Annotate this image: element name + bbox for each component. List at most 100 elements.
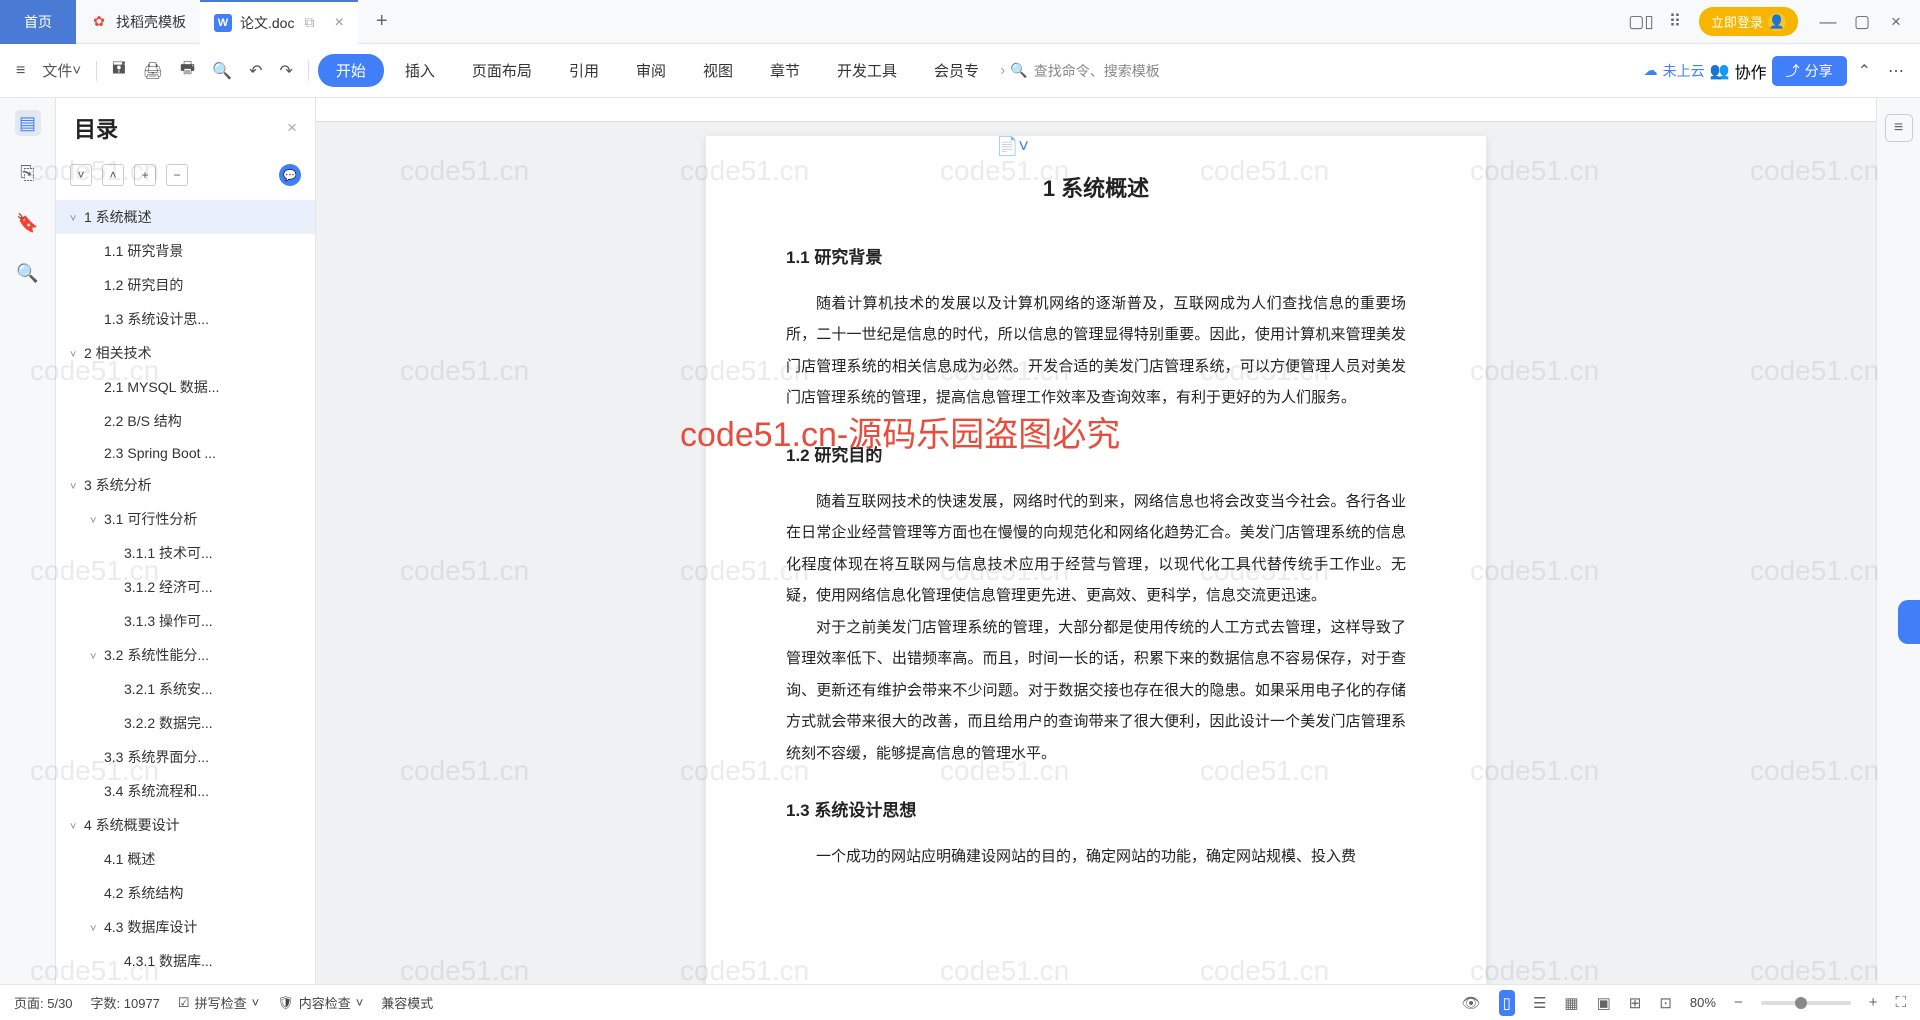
save-icon[interactable]: 🖬 <box>106 51 132 90</box>
command-search[interactable]: 🔍 查找命令、搜索模板 <box>1010 61 1159 81</box>
zoom-slider[interactable] <box>1761 1001 1851 1005</box>
tab-home[interactable]: 首页 <box>0 0 76 44</box>
outline-item[interactable]: 2.1 MYSQL 数据... <box>56 370 315 404</box>
bookmark-rail-icon[interactable]: ⎘ <box>15 160 41 186</box>
menu-layout[interactable]: 页面布局 <box>456 52 548 89</box>
spellcheck-button[interactable]: ☑拼写检查 ˅ <box>178 993 259 1012</box>
outline-item[interactable]: 4.2 系统结构 <box>56 876 315 910</box>
chat-icon[interactable]: 💬 <box>279 164 301 186</box>
close-icon[interactable]: × <box>334 14 343 32</box>
outline-item[interactable]: 2.2 B/S 结构 <box>56 404 315 438</box>
outline-item[interactable]: 1.2 研究目的 <box>56 268 315 302</box>
tab-document[interactable]: W 论文.doc ⧉ × <box>200 0 358 44</box>
menu-view[interactable]: 视图 <box>687 52 749 89</box>
search-rail-icon[interactable]: 🔍 <box>15 260 41 286</box>
outline-item[interactable]: 3.1.2 经济可... <box>56 570 315 604</box>
heading-1-3: 1.3 系统设计思想 <box>786 793 1406 829</box>
outline-item[interactable]: 3.2.2 数据完... <box>56 706 315 740</box>
check-icon: ☑ <box>178 995 190 1011</box>
menu-devtools[interactable]: 开发工具 <box>821 52 913 89</box>
menu-review[interactable]: 审阅 <box>620 52 682 89</box>
outline-item[interactable]: 3.1.3 操作可... <box>56 604 315 638</box>
redo-icon[interactable]: ↷ <box>273 55 298 87</box>
docer-icon: ✿ <box>90 13 108 31</box>
menu-reference[interactable]: 引用 <box>553 52 615 89</box>
side-tab-icon[interactable] <box>1898 600 1920 644</box>
web-view-icon[interactable]: ▦ <box>1564 994 1578 1012</box>
title-bar: 首页 ✿ 找稻壳模板 W 论文.doc ⧉ × + ▢▯ ⠿ 立即登录 👤 — … <box>0 0 1920 44</box>
menu-member[interactable]: 会员专 <box>918 52 995 89</box>
maximize-icon[interactable]: ▢ <box>1852 12 1872 32</box>
print-icon[interactable]: 🖶 <box>174 51 201 90</box>
remove-outline-icon[interactable]: − <box>166 164 188 186</box>
page[interactable]: 1 系统概述 1.1 研究背景 随着计算机技术的发展以及计算机网络的逐渐普及，互… <box>706 136 1486 984</box>
outline-item[interactable]: 2.3 Spring Boot ... <box>56 438 315 468</box>
tab-label: 找稻壳模板 <box>116 12 186 32</box>
tab-template[interactable]: ✿ 找稻壳模板 <box>76 0 200 44</box>
outline-item[interactable]: ˅1 系统概述 <box>56 200 315 234</box>
outline-item[interactable]: ˅4.3 数据库设计 <box>56 910 315 944</box>
chevron-up-icon[interactable]: ⌃ <box>1852 55 1877 87</box>
apps-icon[interactable]: ⠿ <box>1665 12 1685 32</box>
split-icon[interactable]: ⧉ <box>304 14 314 31</box>
zoom-level[interactable]: 80% <box>1690 995 1716 1010</box>
outline-item[interactable]: ˅2 相关技术 <box>56 336 315 370</box>
expand-all-icon[interactable]: ˄ <box>102 164 124 186</box>
paragraph-tool-icon[interactable]: 📄˅ <box>996 136 1029 157</box>
menu-icon[interactable]: ≡ <box>10 56 31 86</box>
outline-view-icon[interactable]: ☰ <box>1533 994 1546 1012</box>
word-count[interactable]: 字数: 10977 <box>91 993 160 1012</box>
cloud-status[interactable]: ☁ 未上云 <box>1644 61 1705 81</box>
paragraph: 一个成功的网站应明确建设网站的目的，确定网站的功能，确定网站规模、投入费 <box>786 841 1406 873</box>
outline-item[interactable]: ˅3.1 可行性分析 <box>56 502 315 536</box>
outline-item[interactable]: ˅3.2 系统性能分... <box>56 638 315 672</box>
undo-icon[interactable]: ↶ <box>243 55 268 87</box>
outline-item[interactable]: 3.3 系统界面分... <box>56 740 315 774</box>
menu-insert[interactable]: 插入 <box>389 52 451 89</box>
export-icon[interactable]: 🖨 <box>137 55 169 87</box>
avatar-icon: 👤 <box>1768 13 1786 31</box>
file-menu[interactable]: 文件 ˅ <box>36 54 87 87</box>
collab-button[interactable]: 👥 协作 <box>1710 59 1767 83</box>
menu-start[interactable]: 开始 <box>318 54 384 87</box>
bookmark-icon[interactable]: 🔖 <box>15 210 41 236</box>
page-view-icon[interactable]: ▯ <box>1499 990 1515 1016</box>
content-check-button[interactable]: 🛡内容检查 ˅ <box>277 993 363 1012</box>
more-icon[interactable]: ⋯ <box>1882 55 1910 87</box>
eye-icon[interactable]: 👁 <box>1462 994 1481 1012</box>
layout-icon[interactable]: ▢▯ <box>1631 12 1651 32</box>
outline-item[interactable]: 1.3 系统设计思... <box>56 302 315 336</box>
outline-item[interactable]: 3.2.1 系统安... <box>56 672 315 706</box>
grid-icon[interactable]: ⊞ <box>1629 994 1642 1012</box>
ruler[interactable] <box>316 98 1876 122</box>
outline-item[interactable]: 1.1 研究背景 <box>56 234 315 268</box>
heading-1-1: 1.1 研究背景 <box>786 240 1406 276</box>
zoom-fit-icon[interactable]: ⊡ <box>1659 994 1672 1012</box>
panel-close-icon[interactable]: × <box>287 118 297 138</box>
styles-icon[interactable]: ≡ <box>1885 114 1913 142</box>
login-button[interactable]: 立即登录 👤 <box>1699 7 1798 36</box>
preview-icon[interactable]: 🔍 <box>206 55 238 87</box>
share-button[interactable]: ⤴ 分享 <box>1772 56 1847 86</box>
zoom-in-icon[interactable]: + <box>1869 994 1878 1011</box>
collapse-all-icon[interactable]: ˅ <box>70 164 92 186</box>
minimize-icon[interactable]: — <box>1818 12 1838 32</box>
menu-chapter[interactable]: 章节 <box>754 52 816 89</box>
outline-item[interactable]: ˅3 系统分析 <box>56 468 315 502</box>
tab-add[interactable]: + <box>358 10 406 33</box>
outline-item[interactable]: 3.4 系统流程和... <box>56 774 315 808</box>
compat-mode[interactable]: 兼容模式 <box>381 993 433 1012</box>
page-indicator[interactable]: 页面: 5/30 <box>14 993 73 1012</box>
outline-item[interactable]: ˅4 系统概要设计 <box>56 808 315 842</box>
add-outline-icon[interactable]: + <box>134 164 156 186</box>
ribbon-toolbar: ≡ 文件 ˅ 🖬 🖨 🖶 🔍 ↶ ↷ 开始 插入 页面布局 引用 审阅 视图 章… <box>0 44 1920 98</box>
paragraph: 随着计算机技术的发展以及计算机网络的逐渐普及，互联网成为人们查找信息的重要场所，… <box>786 288 1406 414</box>
outline-icon[interactable]: ▤ <box>15 110 41 136</box>
read-view-icon[interactable]: ▣ <box>1597 994 1611 1012</box>
zoom-out-icon[interactable]: − <box>1734 994 1743 1011</box>
fullscreen-icon[interactable]: ⛶ <box>1895 994 1906 1011</box>
outline-item[interactable]: 3.1.1 技术可... <box>56 536 315 570</box>
window-close-icon[interactable]: × <box>1886 12 1906 32</box>
outline-item[interactable]: 4.3.1 数据库... <box>56 944 315 978</box>
outline-item[interactable]: 4.1 概述 <box>56 842 315 876</box>
